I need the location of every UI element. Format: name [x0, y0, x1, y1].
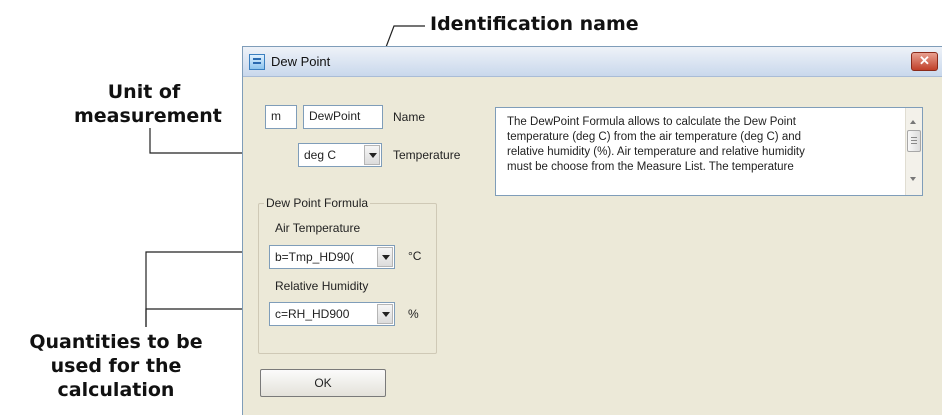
annotation-line: Quantities to be	[29, 331, 203, 353]
chevron-down-icon[interactable]	[377, 247, 393, 267]
name-label: Name	[393, 110, 426, 124]
relative-humidity-select-value: c=RH_HD900	[275, 307, 350, 321]
annotation-line: measurement	[74, 105, 222, 127]
app-window-icon	[249, 54, 265, 70]
scroll-down-icon[interactable]	[910, 177, 916, 181]
relative-humidity-label: Relative Humidity	[275, 279, 369, 293]
unit-select-value: deg C	[304, 148, 337, 162]
annotation-line: calculation	[57, 379, 175, 401]
close-icon: ✕	[919, 53, 930, 68]
title-bar[interactable]: Dew Point ✕	[243, 47, 942, 77]
air-temperature-unit: °C	[408, 249, 422, 263]
description-text: The DewPoint Formula allows to calculate…	[507, 115, 898, 175]
identification-name-annotation: Identification name	[430, 13, 639, 35]
description-line: The DewPoint Formula allows to calculate…	[507, 116, 796, 128]
unit-select[interactable]: deg C	[298, 143, 382, 167]
ok-button[interactable]: OK	[260, 369, 386, 397]
quantities-annotation: Quantities to be used for the calculatio…	[0, 330, 232, 402]
chevron-down-icon[interactable]	[364, 145, 380, 165]
window-title: Dew Point	[271, 54, 331, 69]
description-line: relative humidity (%). Air temperature a…	[507, 146, 805, 158]
temperature-label: Temperature	[393, 148, 461, 162]
air-temperature-label: Air Temperature	[275, 221, 361, 235]
close-button[interactable]: ✕	[911, 52, 938, 71]
annotation-line: Unit of	[107, 81, 181, 103]
dew-point-dialog: Dew Point ✕ m DewPoint Name deg C Temper…	[242, 46, 942, 415]
chevron-down-icon[interactable]	[377, 304, 393, 324]
name-field[interactable]: DewPoint	[303, 105, 383, 129]
dew-point-formula-group: Dew Point Formula Air Temperature b=Tmp_…	[258, 196, 437, 354]
id-field[interactable]: m	[265, 105, 297, 129]
group-title: Dew Point Formula	[264, 196, 371, 210]
air-temperature-select-value: b=Tmp_HD90(	[275, 250, 355, 264]
relative-humidity-unit: %	[408, 307, 419, 321]
description-scrollbar[interactable]	[905, 108, 922, 195]
scroll-thumb[interactable]	[907, 130, 921, 152]
relative-humidity-select[interactable]: c=RH_HD900	[269, 302, 395, 326]
scroll-up-icon[interactable]	[910, 120, 916, 124]
formula-description[interactable]: The DewPoint Formula allows to calculate…	[495, 107, 923, 196]
description-line: temperature (deg C) from the air tempera…	[507, 131, 802, 143]
description-line: must be choose from the Measure List. Th…	[507, 161, 794, 173]
air-temperature-select[interactable]: b=Tmp_HD90(	[269, 245, 395, 269]
unit-of-measurement-annotation: Unit of measurement	[74, 80, 222, 128]
annotation-line: used for the	[50, 355, 182, 377]
